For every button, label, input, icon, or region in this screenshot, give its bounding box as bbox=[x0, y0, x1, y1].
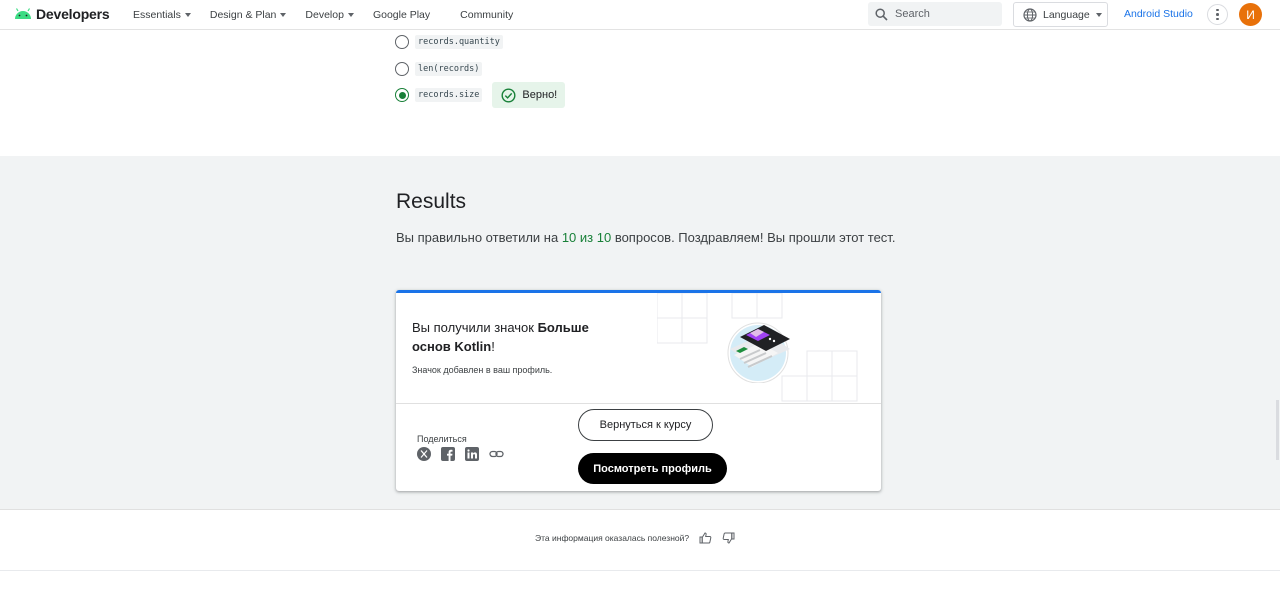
chevron-down-icon bbox=[184, 13, 191, 17]
check-circle-icon bbox=[501, 87, 516, 103]
nav-label: Essentials bbox=[133, 9, 181, 21]
radio-button-selected[interactable] bbox=[395, 88, 409, 102]
chevron-down-icon bbox=[1095, 12, 1102, 17]
results-score: 10 из 10 bbox=[561, 230, 612, 245]
badge-text-suffix: ! bbox=[491, 339, 495, 354]
badge-earned-text: Вы получили значок Больше основ Kotlin! bbox=[412, 318, 622, 356]
logo-text: Developers bbox=[36, 6, 110, 22]
link-icon[interactable] bbox=[489, 447, 504, 461]
quiz-option[interactable]: len(records) bbox=[395, 62, 483, 76]
radio-button[interactable] bbox=[395, 62, 409, 76]
results-text-before: Вы правильно ответили на bbox=[396, 230, 562, 245]
results-text-after: вопросов. Поздравляем! Вы прошли этот те… bbox=[611, 230, 896, 245]
search-input[interactable] bbox=[895, 8, 990, 20]
x-icon[interactable] bbox=[417, 447, 431, 461]
more-vert-icon bbox=[1216, 8, 1219, 12]
language-selector[interactable]: Language bbox=[1013, 2, 1108, 27]
avatar[interactable]: И bbox=[1239, 3, 1262, 26]
badge-card: Вы получили значок Больше основ Kotlin! … bbox=[396, 290, 881, 491]
android-studio-link[interactable]: Android Studio bbox=[1124, 8, 1193, 20]
nav-label: Develop bbox=[305, 9, 344, 21]
facebook-icon[interactable] bbox=[441, 447, 455, 461]
badge-subtext: Значок добавлен в ваш профиль. bbox=[412, 365, 553, 375]
developers-logo[interactable]: Developers bbox=[14, 6, 110, 22]
nav-label: Google Play bbox=[372, 9, 431, 21]
option-code: len(records) bbox=[415, 62, 483, 76]
badge-card-header: Вы получили значок Больше основ Kotlin! … bbox=[396, 293, 881, 404]
option-code: records.size bbox=[415, 88, 483, 102]
badge-illustration bbox=[727, 322, 790, 383]
view-profile-button[interactable]: Посмотреть профиль bbox=[578, 453, 727, 484]
thumb-up-icon[interactable] bbox=[699, 532, 712, 544]
badge-text-prefix: Вы получили значок bbox=[412, 320, 538, 335]
share-icons bbox=[417, 447, 504, 461]
feedback-question: Эта информация оказалась полезной? bbox=[535, 533, 690, 543]
nav-label: Design & Plan bbox=[209, 9, 277, 21]
footer-divider bbox=[0, 570, 1280, 571]
nav-design-plan[interactable]: Design & Plan bbox=[210, 9, 287, 21]
android-icon bbox=[15, 8, 31, 19]
chevron-down-icon bbox=[280, 13, 287, 17]
back-to-course-button[interactable]: Вернуться к курсу bbox=[578, 409, 713, 441]
share-label: Поделиться bbox=[417, 434, 467, 444]
results-text: Вы правильно ответили на 10 из 10 вопрос… bbox=[396, 227, 896, 248]
more-options-button[interactable] bbox=[1207, 4, 1228, 25]
correct-feedback: Верно! bbox=[492, 82, 566, 108]
option-code: records.quantity bbox=[415, 35, 503, 49]
scrollbar-thumb[interactable] bbox=[1276, 400, 1279, 460]
chevron-down-icon bbox=[347, 13, 354, 17]
main-nav: Essentials Design & Plan Develop Google … bbox=[133, 0, 532, 30]
correct-label: Верно! bbox=[522, 89, 558, 101]
top-navigation-bar: Developers Essentials Design & Plan Deve… bbox=[0, 0, 1280, 30]
results-title: Results bbox=[396, 190, 467, 213]
nav-community[interactable]: Community bbox=[460, 9, 513, 21]
radio-button[interactable] bbox=[395, 35, 409, 49]
nav-essentials[interactable]: Essentials bbox=[133, 9, 191, 21]
nav-label: Community bbox=[460, 9, 514, 21]
thumb-down-icon[interactable] bbox=[722, 532, 735, 544]
quiz-option-selected[interactable]: records.size Верно! bbox=[395, 82, 566, 108]
feedback-bar: Эта информация оказалась полезной? bbox=[535, 532, 735, 544]
quiz-option[interactable]: records.quantity bbox=[395, 35, 503, 49]
search-icon bbox=[875, 7, 888, 21]
nav-google-play[interactable]: Google Play bbox=[373, 9, 430, 21]
linkedin-icon[interactable] bbox=[465, 447, 479, 461]
language-label: Language bbox=[1043, 8, 1090, 21]
nav-develop[interactable]: Develop bbox=[305, 9, 354, 21]
search-box[interactable] bbox=[868, 2, 1002, 26]
globe-icon bbox=[1023, 7, 1037, 22]
